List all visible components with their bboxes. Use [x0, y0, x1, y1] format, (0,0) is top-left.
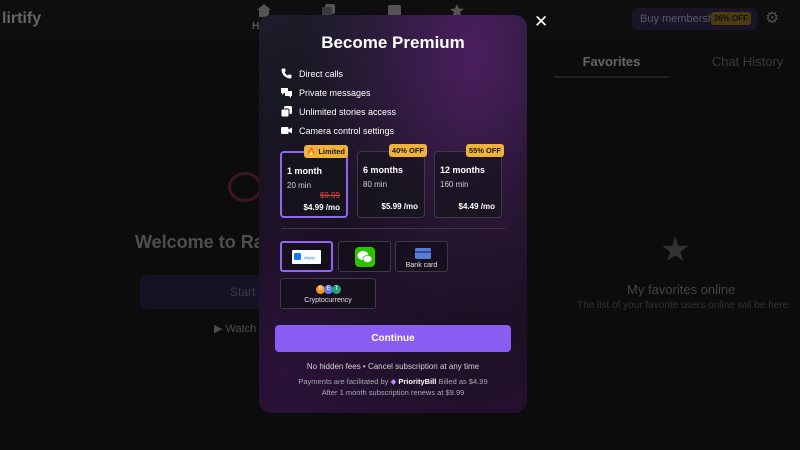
prioritybill-logo-icon: ◆ [390, 377, 397, 386]
stories-icon [281, 106, 292, 117]
discount-badge: 55% OFF [465, 144, 504, 157]
continue-button[interactable]: Continue [275, 325, 511, 352]
plan-old-price: $9.99 [319, 191, 340, 200]
payment-wechat[interactable] [338, 241, 391, 272]
divider [281, 228, 505, 229]
close-icon[interactable]: ✕ [534, 12, 548, 32]
chat-icon [281, 88, 292, 98]
alipay-wordmark: Alipay [304, 255, 315, 260]
plan-duration: 160 min [440, 180, 469, 189]
renewal-note: After 1 month subscription renews at $9.… [321, 388, 465, 397]
billed-as: Billed as $4.99 [438, 377, 488, 386]
discount-badge: 40% OFF [388, 144, 427, 157]
payment-label: Cryptocurrency [304, 297, 352, 304]
payment-alipay[interactable]: Alipay [280, 241, 333, 272]
feature-stories: Unlimited stories access [281, 106, 396, 117]
plan-price: $4.49 /mo [458, 202, 495, 211]
payment-bank-card[interactable]: Bank card [395, 241, 448, 272]
plan-6-months[interactable]: 40% OFF 6 months 80 min $5.99 /mo [357, 144, 427, 218]
payment-label: Bank card [405, 262, 438, 269]
prioritybill-brand: PriorityBill [398, 377, 437, 386]
wechat-icon [355, 247, 375, 267]
plan-name: 12 months [440, 165, 486, 175]
limited-badge: 🔥 Limited [303, 145, 348, 158]
camera-icon [281, 127, 292, 134]
plan-name: 6 months [363, 165, 404, 175]
badge-label: Limited [318, 147, 345, 156]
feature-label: Private messages [299, 87, 371, 98]
feature-label: Unlimited stories access [299, 106, 397, 117]
payment-crypto[interactable]: B E T Cryptocurrency [280, 278, 376, 309]
premium-modal: Become Premium Direct calls Private mess… [259, 15, 527, 413]
bank-card-icon [415, 248, 431, 259]
plan-name: 1 month [287, 166, 322, 176]
phone-icon [281, 68, 292, 79]
tether-icon: T [332, 285, 341, 294]
feature-direct-calls: Direct calls [281, 68, 343, 79]
modal-title: Become Premium [321, 33, 465, 52]
plan-price: $5.99 /mo [381, 202, 418, 211]
payment-facilitator-note: Payments are facilitated by ◆ PriorityBi… [259, 377, 527, 386]
plan-price: $4.99 /mo [303, 203, 340, 212]
feature-private-messages: Private messages [281, 87, 371, 98]
plan-12-months[interactable]: 55% OFF 12 months 160 min $4.49 /mo [434, 144, 504, 218]
feature-label: Direct calls [299, 68, 344, 79]
plan-duration: 20 min [287, 181, 312, 190]
feature-camera: Camera control settings [281, 125, 394, 136]
plan-duration: 80 min [363, 180, 388, 189]
facilitator-prefix: Payments are facilitated by [298, 377, 389, 386]
no-hidden-fees-note: No hidden fees • Cancel subscription at … [306, 362, 480, 371]
plan-1-month[interactable]: 🔥 Limited 1 month 20 min $9.99 $4.99 /mo [280, 145, 348, 218]
feature-label: Camera control settings [299, 125, 395, 136]
